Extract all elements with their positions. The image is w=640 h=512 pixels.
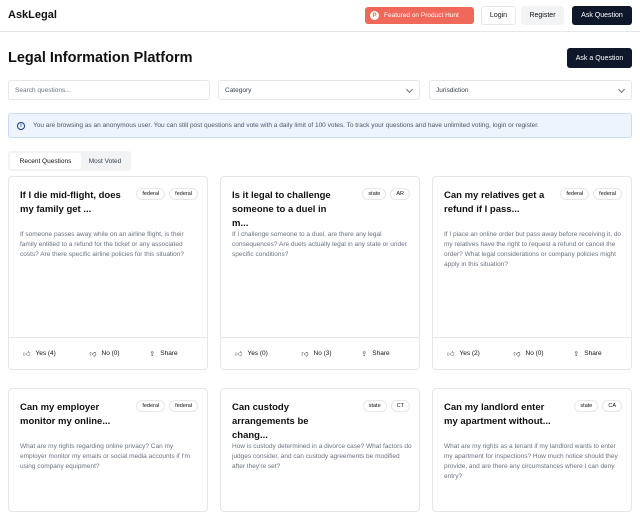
register-button[interactable]: Register	[521, 6, 564, 25]
vote-yes-button[interactable]: 👍︎ Yes (2)	[441, 344, 486, 363]
jurisdiction-tag: federal	[169, 188, 198, 200]
vote-yes-label: Yes (0)	[247, 350, 268, 357]
vote-no-label: No (3)	[313, 350, 332, 357]
jurisdiction-tag: CT	[390, 400, 410, 412]
page-title: Legal Information Platform	[8, 50, 193, 66]
question-body: If someone passes away while on an airli…	[20, 231, 185, 258]
vote-no-button[interactable]: 👎︎ No (0)	[83, 344, 126, 363]
thumbs-down-icon: 👎︎	[513, 351, 521, 358]
jurisdiction-select[interactable]: Jurisdiction	[429, 80, 632, 100]
question-title[interactable]: Is it legal to challenge someone to a du…	[232, 189, 342, 231]
share-icon: ⇪	[573, 350, 580, 358]
question-tabs: Recent Questions Most Voted	[8, 151, 131, 171]
card-actions: 👍︎ Yes (4) 👎︎ No (0) ⇪ Share	[9, 337, 207, 369]
brand-logo[interactable]: AskLegal	[8, 9, 57, 21]
vote-yes-button[interactable]: 👍︎ Yes (4)	[17, 344, 62, 363]
thumbs-down-icon: 👎︎	[89, 351, 97, 358]
ask-question-button[interactable]: Ask Question	[572, 6, 632, 25]
jurisdiction-tag: state	[362, 400, 387, 412]
jurisdiction-label: Jurisdiction	[436, 86, 469, 94]
tab-recent-questions[interactable]: Recent Questions	[10, 153, 81, 169]
share-button[interactable]: ⇪ Share	[145, 344, 182, 363]
vote-no-button[interactable]: 👎︎ No (0)	[507, 344, 550, 363]
jurisdiction-tag: AR	[390, 188, 410, 200]
info-icon: i	[17, 121, 25, 130]
thumbs-up-icon: 👍︎	[447, 351, 455, 358]
question-title[interactable]: Can custody arrangements be chang...	[232, 401, 342, 443]
ask-a-question-button[interactable]: Ask a Question	[567, 48, 632, 68]
top-navbar: AskLegal P Featured on Product Hunt Logi…	[0, 0, 640, 32]
question-title[interactable]: Can my landlord enter my apartment witho…	[444, 401, 554, 429]
product-hunt-icon: P	[370, 11, 379, 20]
chevron-down-icon	[405, 85, 414, 94]
share-label: Share	[584, 350, 602, 357]
vote-yes-label: Yes (2)	[459, 350, 480, 357]
vote-no-label: No (0)	[525, 350, 544, 357]
question-card[interactable]: Can my employer monitor my online... fed…	[8, 388, 208, 512]
share-label: Share	[160, 350, 178, 357]
question-card[interactable]: Can custody arrangements be chang... sta…	[220, 388, 420, 512]
question-card[interactable]: Can my landlord enter my apartment witho…	[432, 388, 632, 512]
share-button[interactable]: ⇪ Share	[569, 344, 606, 363]
jurisdiction-tag: federal	[136, 400, 166, 412]
question-title[interactable]: If I die mid-flight, does my family get …	[20, 189, 130, 217]
share-icon: ⇪	[361, 350, 368, 358]
jurisdiction-tag: federal	[136, 188, 166, 200]
vote-no-button[interactable]: 👎︎ No (3)	[295, 344, 338, 363]
jurisdiction-tag: CA	[602, 400, 622, 412]
question-body: If I place an online order but pass away…	[444, 231, 622, 268]
search-input[interactable]: Search questions...	[8, 80, 210, 100]
thumbs-up-icon: 👍︎	[235, 351, 243, 358]
question-title[interactable]: Can my employer monitor my online...	[20, 401, 130, 429]
product-hunt-badge[interactable]: P Featured on Product Hunt	[365, 7, 474, 24]
tab-most-voted[interactable]: Most Voted	[81, 153, 129, 169]
question-card[interactable]: Can my relatives get a refund if I pass.…	[432, 176, 632, 370]
category-label: Category	[225, 86, 252, 94]
jurisdiction-tag: federal	[560, 188, 590, 200]
question-body: What are my rights as a tenant if my lan…	[444, 443, 618, 480]
category-select[interactable]: Category	[218, 80, 420, 100]
vote-yes-button[interactable]: 👍︎ Yes (0)	[229, 344, 274, 363]
share-button[interactable]: ⇪ Share	[357, 344, 394, 363]
vote-yes-label: Yes (4)	[35, 350, 56, 357]
thumbs-down-icon: 👎︎	[301, 351, 309, 358]
search-placeholder: Search questions...	[15, 86, 71, 94]
question-card[interactable]: If I die mid-flight, does my family get …	[8, 176, 208, 370]
vote-no-label: No (0)	[101, 350, 120, 357]
question-body: What are my rights regarding online priv…	[20, 443, 190, 470]
question-body: If I challenge someone to a duel, are th…	[232, 231, 407, 258]
chevron-down-icon	[617, 85, 626, 94]
product-hunt-label: Featured on Product Hunt	[384, 12, 459, 19]
question-body: How is custody determined in a divorce c…	[232, 443, 412, 470]
jurisdiction-tag: federal	[593, 188, 622, 200]
anonymous-notice: i You are browsing as an anonymous user.…	[8, 113, 632, 138]
jurisdiction-tag: state	[362, 188, 387, 200]
card-actions: 👍︎ Yes (0) 👎︎ No (3) ⇪ Share	[221, 337, 419, 369]
question-card[interactable]: Is it legal to challenge someone to a du…	[220, 176, 420, 370]
card-actions: 👍︎ Yes (2) 👎︎ No (0) ⇪ Share	[433, 337, 631, 369]
jurisdiction-tag: state	[574, 400, 599, 412]
share-label: Share	[372, 350, 390, 357]
share-icon: ⇪	[149, 350, 156, 358]
jurisdiction-tag: federal	[169, 400, 198, 412]
question-title[interactable]: Can my relatives get a refund if I pass.…	[444, 189, 554, 217]
notice-text: You are browsing as an anonymous user. Y…	[33, 122, 539, 129]
thumbs-up-icon: 👍︎	[23, 351, 31, 358]
login-button[interactable]: Login	[481, 6, 516, 25]
